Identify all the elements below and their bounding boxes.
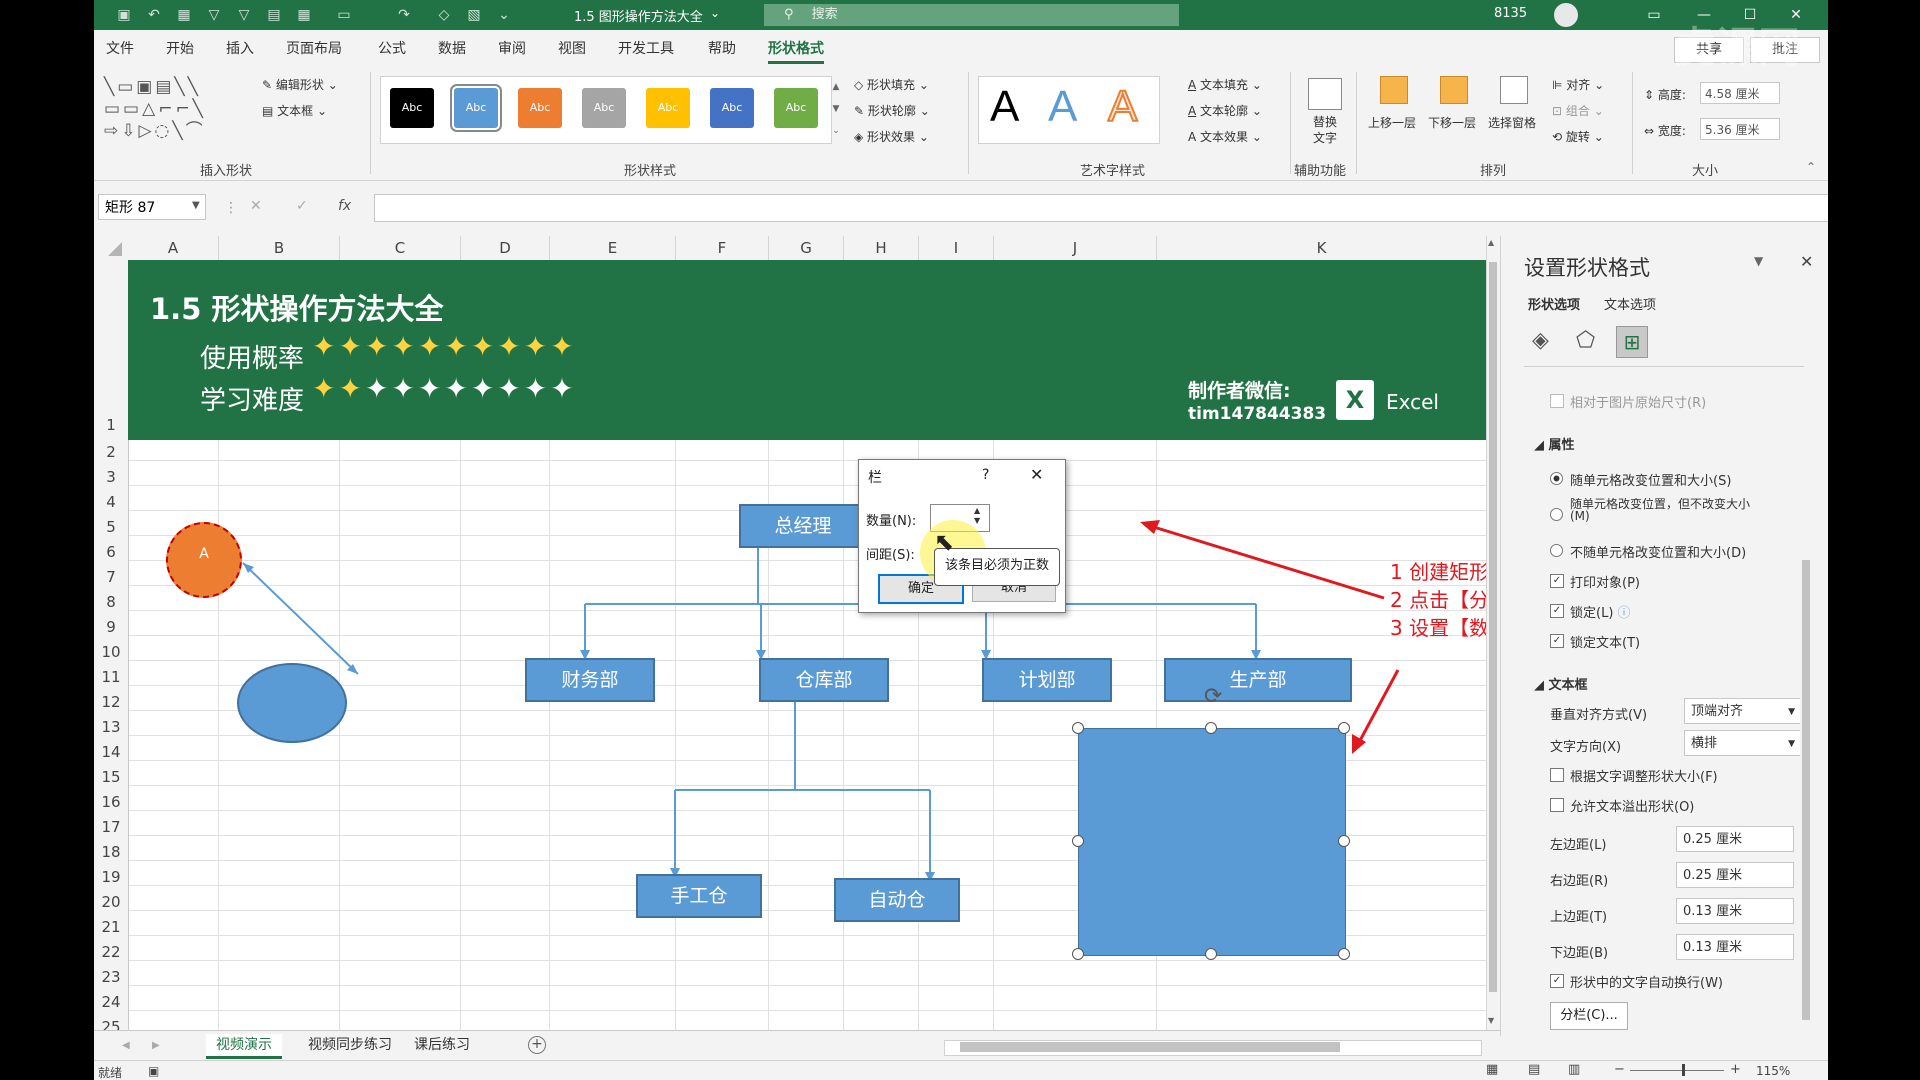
dialog-help-button[interactable]: ?	[982, 467, 989, 483]
sheet-tab-homework[interactable]: 课后练习	[404, 1034, 480, 1056]
status-ready: 就绪	[98, 1066, 123, 1080]
zoom-level[interactable]: 115%	[1756, 1064, 1790, 1078]
sheet-next-icon[interactable]: ▶	[152, 1040, 160, 1051]
wrap-text-label: 形状中的文字自动换行(W)	[1570, 976, 1723, 991]
radio-none[interactable]	[1550, 544, 1563, 557]
radio-move-only-label: 随单元格改变位置，但不改变大小(M)	[1570, 498, 1751, 523]
horizontal-scroll-thumb[interactable]	[960, 1042, 1340, 1052]
autofit-label: 根据文字调整形状大小(F)	[1570, 770, 1718, 785]
textbox-section[interactable]: ◢ 文本框	[1534, 674, 1588, 693]
pane-divider	[1524, 366, 1804, 367]
radio-move-size-label: 随单元格改变位置和大小(S)	[1570, 474, 1732, 489]
radio-move-size[interactable]	[1550, 472, 1563, 485]
macro-record-icon[interactable]: ▣	[148, 1064, 159, 1078]
vertical-scroll-thumb[interactable]	[1489, 262, 1497, 992]
count-label: 数量(N):	[866, 514, 917, 529]
effects-icon[interactable]: ⬠	[1576, 328, 1595, 353]
columns-button[interactable]: 分栏(C)...	[1550, 1002, 1628, 1030]
pane-title: 设置形状格式	[1524, 256, 1650, 280]
print-object-label: 打印对象(P)	[1570, 576, 1640, 591]
relative-size-checkbox[interactable]	[1550, 394, 1564, 408]
pane-scroll-thumb[interactable]	[1802, 560, 1810, 1020]
count-spinner-icon[interactable]: ▲ ▼	[974, 506, 980, 526]
top-margin-label: 上边距(T)	[1550, 910, 1608, 925]
valign-select[interactable]: 顶端对齐 ▼	[1684, 698, 1802, 724]
fill-line-icon[interactable]: ◈	[1532, 328, 1549, 353]
bottom-margin-label: 下边距(B)	[1550, 946, 1609, 961]
excel-window: ▣ ↶ ▦ ▽ ▽ ▤ ▦ ▭ ↷ ◇ ▧ ⌄ 1.5 图形操作方法大全 ⌄ ⚲…	[94, 0, 1828, 1080]
sheet-tab-practice[interactable]: 视频同步练习	[298, 1034, 402, 1056]
annotation-step-1: 1 创建矩形	[1390, 560, 1490, 584]
top-margin-input[interactable]: 0.13 厘米	[1676, 898, 1794, 924]
sheet-tab-demo[interactable]: 视频演示	[206, 1034, 282, 1059]
pane-options-icon[interactable]: ▼	[1754, 254, 1763, 268]
left-margin-input[interactable]: 0.25 厘米	[1676, 826, 1794, 852]
bottom-margin-input[interactable]: 0.13 厘米	[1676, 934, 1794, 960]
scroll-up-icon[interactable]: ▲	[1488, 238, 1494, 247]
watermark: 虎课网	[1674, 23, 1801, 72]
size-properties-icon[interactable]: ⊞	[1616, 326, 1648, 358]
spacing-label: 间距(S):	[866, 548, 915, 563]
valign-label: 垂直对齐方式(V)	[1550, 708, 1648, 723]
pane-close-icon[interactable]: ✕	[1800, 252, 1813, 271]
relative-size-label: 相对于图片原始尺寸(R)	[1570, 396, 1707, 411]
print-object-checkbox[interactable]: ✓	[1550, 574, 1564, 588]
direction-label: 文字方向(X)	[1550, 740, 1622, 755]
add-sheet-icon[interactable]: +	[528, 1036, 546, 1054]
normal-view-icon[interactable]: ▦	[1486, 1062, 1498, 1077]
autofit-checkbox[interactable]	[1550, 768, 1564, 782]
lock-text-checkbox[interactable]: ✓	[1550, 634, 1564, 648]
radio-none-label: 不随单元格改变位置和大小(D)	[1570, 546, 1747, 561]
dialog-title: 栏	[868, 470, 882, 486]
zoom-slider-thumb[interactable]	[1682, 1064, 1685, 1076]
page-break-view-icon[interactable]: ▥	[1568, 1062, 1580, 1077]
tab-shape-options[interactable]: 形状选项	[1528, 294, 1580, 313]
locked-checkbox[interactable]: ✓	[1550, 604, 1564, 618]
dialog-close-icon[interactable]: ✕	[1030, 465, 1043, 484]
right-margin-label: 右边距(R)	[1550, 874, 1609, 889]
zoom-in-icon[interactable]: +	[1730, 1062, 1741, 1077]
tab-text-options[interactable]: 文本选项	[1604, 294, 1656, 313]
zoom-slider[interactable]	[1630, 1070, 1724, 1071]
properties-section[interactable]: ◢ 属性	[1534, 434, 1575, 453]
overflow-checkbox[interactable]	[1550, 798, 1564, 812]
left-margin-label: 左边距(L)	[1550, 838, 1607, 853]
sheet-prev-icon[interactable]: ◀	[122, 1040, 130, 1051]
zoom-out-icon[interactable]: −	[1614, 1062, 1625, 1077]
page-layout-view-icon[interactable]: ▤	[1528, 1062, 1540, 1077]
locked-label: 锁定(L) ⓘ	[1570, 606, 1631, 621]
direction-select[interactable]: 横排 ▼	[1684, 730, 1802, 756]
mouse-cursor-icon: ⬉	[934, 528, 955, 556]
overflow-label: 允许文本溢出形状(O)	[1570, 800, 1695, 815]
right-margin-input[interactable]: 0.25 厘米	[1676, 862, 1794, 888]
lock-text-label: 锁定文本(T)	[1570, 636, 1641, 651]
scroll-down-icon[interactable]: ▼	[1488, 1016, 1494, 1025]
radio-move-only[interactable]	[1550, 508, 1563, 521]
wrap-text-checkbox[interactable]: ✓	[1550, 974, 1564, 988]
